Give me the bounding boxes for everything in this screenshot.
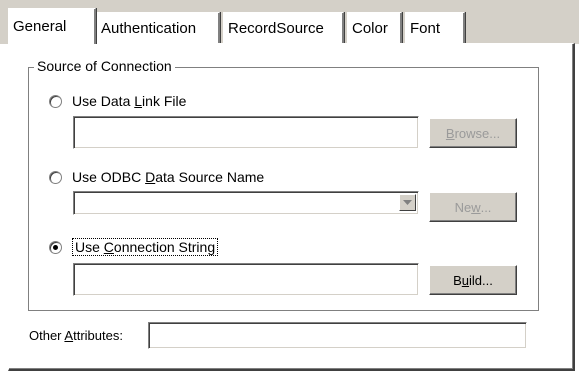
radio-button[interactable] [49, 94, 62, 108]
radio-button[interactable] [49, 170, 62, 184]
tab-label: RecordSource [228, 20, 324, 37]
tab-label: Authentication [101, 20, 197, 37]
group-title: Source of Connection [34, 58, 175, 74]
build-button[interactable]: Bu ild... [429, 265, 517, 295]
radio-label: Use ODBC Data Source Name [72, 169, 265, 185]
browse-button[interactable]: Browse... [429, 118, 517, 148]
new-button[interactable]: Ne w... [429, 192, 517, 222]
data-link-file-input[interactable] [73, 116, 419, 149]
tab-label: Color [352, 20, 388, 37]
tab-label: Font [410, 20, 441, 37]
tab-color[interactable]: Color [347, 12, 402, 44]
tab-general[interactable]: General [8, 8, 96, 44]
tab-authentication[interactable]: Authentication [96, 12, 220, 44]
other-attributes-input[interactable] [148, 322, 527, 349]
radio-label: Use Data Link File [72, 93, 187, 109]
radio-label: Use Connection String [72, 238, 219, 256]
tab-recordsource[interactable]: RecordSource [223, 12, 344, 44]
radio-odbc-dsn[interactable]: Use ODBC Data Source Name [49, 169, 264, 185]
other-attributes-label: Other Attributes: [29, 328, 123, 343]
chevron-down-icon[interactable] [399, 194, 416, 211]
radio-connection-string[interactable]: Use Connection String [49, 238, 219, 256]
tab-label: General [13, 18, 67, 35]
radio-data-link-file[interactable]: Use Data Link File [49, 93, 186, 109]
odbc-dsn-select[interactable] [73, 191, 419, 215]
connection-string-input[interactable] [73, 263, 419, 296]
tab-font[interactable]: Font [405, 12, 465, 44]
radio-button[interactable] [49, 240, 62, 254]
